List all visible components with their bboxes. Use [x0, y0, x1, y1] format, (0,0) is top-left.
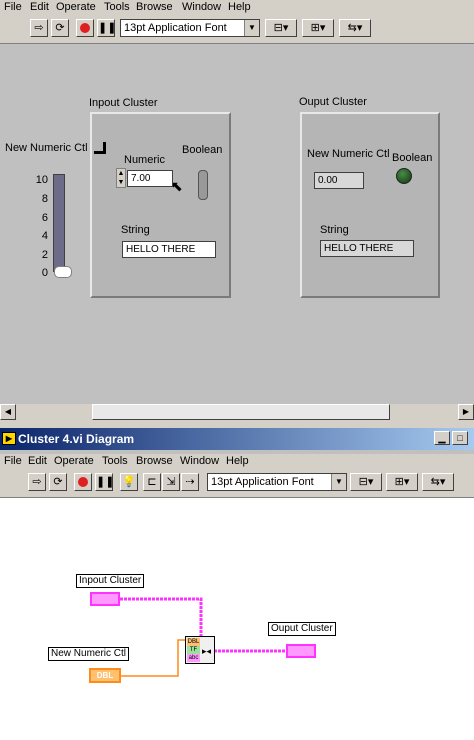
highlight-execution-icon[interactable]: 💡 — [120, 473, 138, 491]
input-numeric-label: Numeric — [124, 154, 165, 166]
front-panel-menubar: File Edit Operate Tools Browse Window He… — [0, 0, 474, 15]
minimize-icon[interactable]: ▁ — [434, 431, 450, 445]
menu-edit[interactable]: Edit — [28, 455, 47, 467]
font-selector-label: 13pt Application Font — [211, 476, 314, 488]
input-cluster[interactable]: Numeric ▲ ▼ 7.00 Boolean ⬉ String HELLO T… — [90, 112, 231, 298]
led-indicator — [396, 168, 412, 184]
diagram-menubar: File Edit Operate Tools Browse Window He… — [0, 454, 474, 469]
menu-operate[interactable]: Operate — [54, 455, 94, 467]
output-cluster-title: Ouput Cluster — [299, 96, 367, 108]
menu-operate[interactable]: Operate — [56, 1, 96, 13]
wire-layer — [120, 597, 286, 677]
slider-tick-label: 8 — [41, 193, 48, 205]
bundle-slot: DBL — [187, 638, 200, 646]
menu-window[interactable]: Window — [182, 1, 221, 13]
output-boolean-label: Boolean — [392, 152, 433, 164]
input-numeric-field[interactable]: 7.00 — [127, 170, 173, 187]
font-selector-label: 13pt Application Font — [124, 22, 227, 34]
distribute-objects-icon[interactable]: ⊞▾ — [302, 19, 334, 37]
output-cluster-terminal[interactable] — [286, 644, 316, 658]
scroll-left-icon[interactable]: ◀ — [0, 404, 16, 420]
front-panel: New Numeric Ctl 10 8 6 4 2 0 Inpout Clus… — [0, 44, 474, 404]
output-cluster-terminal-label: Ouput Cluster — [268, 622, 336, 636]
slider-label: New Numeric Ctl — [5, 142, 88, 154]
horizontal-scrollbar[interactable]: ◀ ▶ — [0, 404, 474, 420]
input-cluster-terminal-label: Inpout Cluster — [76, 574, 145, 588]
menu-file[interactable]: File — [4, 455, 22, 467]
menu-browse[interactable]: Browse — [136, 455, 173, 467]
menu-help[interactable]: Help — [226, 455, 249, 467]
diagram-toolbar: ⇨ ⟳ ❚❚ 💡 ⊏ ⇲ ⇢ 13pt Application Font ▼ ⊟… — [0, 469, 474, 498]
input-cluster-title: Inpout Cluster — [89, 97, 158, 109]
output-numeric-label: New Numeric Ctl — [307, 148, 390, 160]
slider-tick-label: 6 — [41, 212, 48, 224]
run-arrow-icon[interactable]: ⇨ — [30, 19, 48, 37]
chevron-down-icon: ▼ — [331, 474, 346, 490]
slider-track[interactable] — [53, 174, 65, 272]
distribute-objects-icon[interactable]: ⊞▾ — [386, 473, 418, 491]
slider-thumb[interactable] — [54, 266, 72, 278]
maximize-icon[interactable]: □ — [452, 431, 468, 445]
scroll-thumb[interactable] — [92, 404, 390, 420]
numeric-wire[interactable] — [121, 639, 186, 677]
menu-help[interactable]: Help — [228, 1, 251, 13]
step-over-icon[interactable]: ⇢ — [181, 473, 199, 491]
run-continuously-icon[interactable]: ⟳ — [51, 19, 69, 37]
mouse-pointer-icon: ⬉ — [171, 178, 183, 194]
output-string-field: HELLO THERE — [320, 240, 414, 257]
window-border — [0, 420, 474, 428]
resize-corner-icon — [94, 142, 106, 154]
bundle-arrow-icon: ▸◂ — [202, 646, 212, 656]
input-string-field[interactable]: HELLO THERE — [122, 241, 216, 258]
output-cluster[interactable]: New Numeric Ctl 0.00 Boolean String HELL… — [300, 112, 440, 298]
slider-tick-label: 4 — [41, 230, 48, 242]
run-continuously-icon[interactable]: ⟳ — [49, 473, 67, 491]
font-selector[interactable]: 13pt Application Font ▼ — [120, 19, 260, 37]
input-string-label: String — [121, 224, 150, 236]
abort-icon[interactable] — [74, 473, 92, 491]
input-cluster-terminal[interactable] — [90, 592, 120, 606]
toggle-switch[interactable] — [198, 170, 208, 200]
abort-icon[interactable] — [76, 19, 94, 37]
font-selector[interactable]: 13pt Application Font ▼ — [207, 473, 347, 491]
slider-tick-label: 10 — [35, 174, 48, 186]
input-boolean-label: Boolean — [182, 144, 223, 156]
block-diagram: Inpout Cluster New Numeric Ctl DBL DBL T… — [0, 498, 474, 740]
menu-tools[interactable]: Tools — [102, 455, 128, 467]
diagram-titlebar[interactable]: ▶ Cluster 4.vi Diagram ▁ □ — [0, 428, 474, 450]
new-numeric-terminal[interactable]: DBL — [89, 668, 121, 683]
increment-decrement-icon[interactable]: ▲ ▼ — [116, 168, 126, 188]
output-string-label: String — [320, 224, 349, 236]
align-objects-icon[interactable]: ⊟▾ — [350, 473, 382, 491]
menu-window[interactable]: Window — [180, 455, 219, 467]
retain-wire-values-icon[interactable]: ⊏ — [143, 473, 161, 491]
bundle-by-name-node[interactable]: DBL TF abc ▸◂ — [185, 636, 215, 664]
pause-icon[interactable]: ❚❚ — [97, 19, 116, 37]
menu-tools[interactable]: Tools — [104, 1, 130, 13]
bundle-slot: TF — [187, 646, 200, 654]
menu-edit[interactable]: Edit — [30, 1, 49, 13]
bundle-slot: abc — [187, 654, 200, 662]
run-arrow-icon[interactable]: ⇨ — [28, 473, 46, 491]
slider-tick-label: 2 — [41, 249, 48, 261]
cluster-wire[interactable] — [120, 597, 203, 637]
align-objects-icon[interactable]: ⊟▾ — [265, 19, 297, 37]
front-panel-toolbar: ⇨ ⟳ ❚❚ 13pt Application Font ▼ ⊟▾ ⊞▾ ⇆▾ — [0, 15, 474, 44]
output-numeric-field: 0.00 — [314, 172, 364, 189]
scroll-right-icon[interactable]: ▶ — [458, 404, 474, 420]
menu-file[interactable]: File — [4, 1, 22, 13]
pause-icon[interactable]: ❚❚ — [95, 473, 114, 491]
reorder-icon[interactable]: ⇆▾ — [422, 473, 454, 491]
reorder-icon[interactable]: ⇆▾ — [339, 19, 371, 37]
chevron-down-icon: ▼ — [244, 20, 259, 36]
step-into-icon[interactable]: ⇲ — [162, 473, 180, 491]
labview-icon: ▶ — [2, 432, 16, 445]
new-numeric-terminal-label: New Numeric Ctl — [48, 647, 130, 661]
diagram-window-title: Cluster 4.vi Diagram — [18, 432, 135, 446]
menu-browse[interactable]: Browse — [136, 1, 173, 13]
slider-tick-label: 0 — [41, 267, 48, 279]
